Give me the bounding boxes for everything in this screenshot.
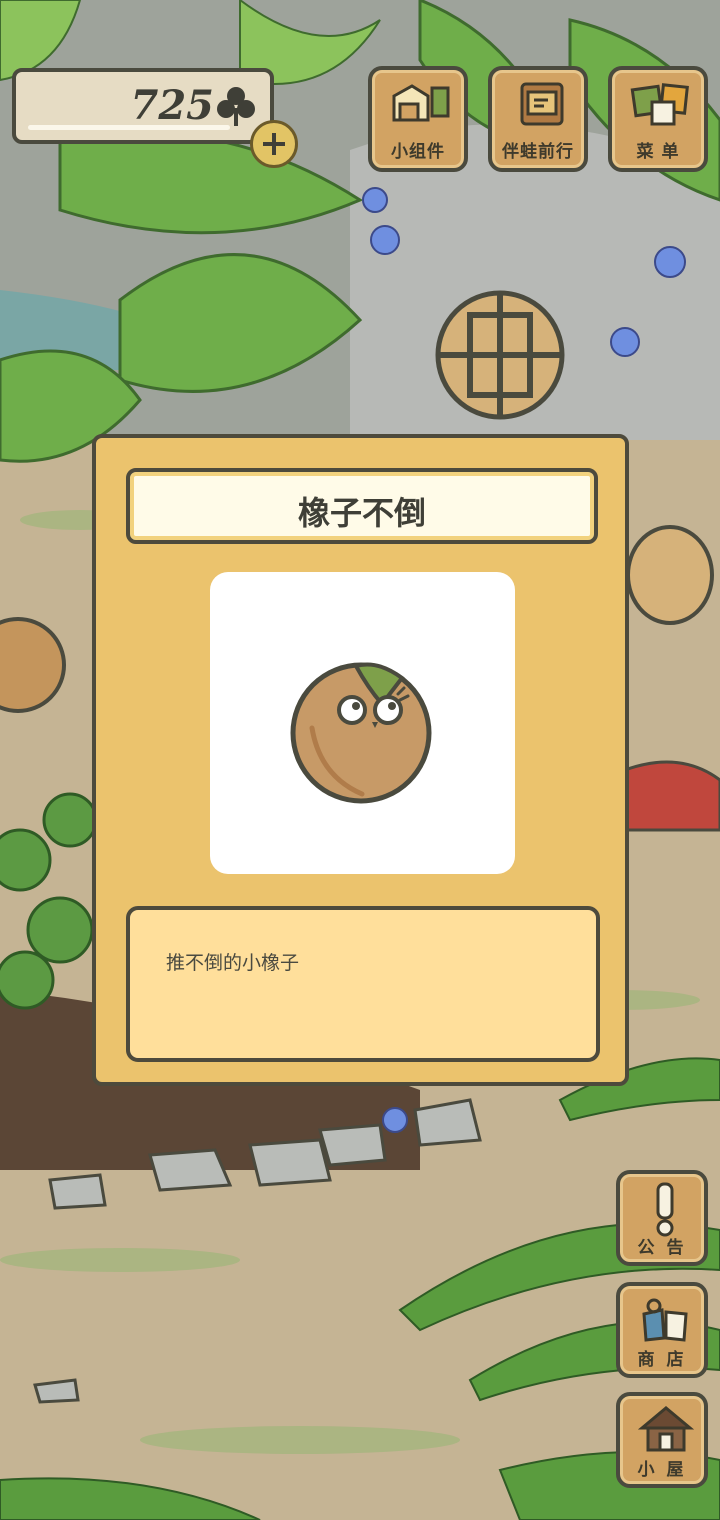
travel-with-frog-label: 伴蛙前行	[502, 142, 574, 162]
shop-button[interactable]: 商 店	[616, 1282, 708, 1378]
exclamation-icon	[656, 1182, 674, 1237]
clover-counter-underline	[28, 125, 230, 130]
item-description: 推不倒的小橡子	[166, 952, 300, 974]
item-title-box: 橡子不倒	[126, 468, 598, 544]
shop-button-label: 商 店	[637, 1350, 687, 1370]
travel-with-frog-button[interactable]: 伴蛙前行	[488, 66, 588, 172]
house-icon	[638, 1406, 694, 1452]
item-title: 橡子不倒	[297, 494, 426, 532]
menu-button-label: 菜 单	[636, 142, 680, 162]
item-detail-dialog[interactable]: 橡子不倒 推不倒的小橡子	[92, 434, 629, 1086]
cottage-button-label: 小 屋	[637, 1460, 687, 1480]
clover-count: 725	[130, 82, 215, 129]
notice-button[interactable]: 公 告	[616, 1170, 708, 1266]
plus-icon	[263, 133, 285, 155]
menu-button[interactable]: 菜 单	[608, 66, 708, 172]
item-description-box: 推不倒的小橡子	[126, 906, 600, 1062]
widget-icon	[392, 84, 450, 122]
shop-bags-icon	[642, 1298, 688, 1342]
acorn-doll-icon	[290, 662, 432, 804]
clover-counter: 725	[12, 68, 274, 144]
cottage-button[interactable]: 小 屋	[616, 1392, 708, 1488]
add-clover-button[interactable]	[250, 120, 298, 168]
widget-button-label: 小组件	[391, 142, 445, 162]
notice-button-label: 公 告	[637, 1238, 687, 1258]
travel-book-icon	[520, 82, 564, 126]
menu-cards-icon	[630, 83, 689, 126]
item-image-frame	[210, 572, 515, 874]
widget-button[interactable]: 小组件	[368, 66, 468, 172]
clover-icon	[217, 87, 255, 126]
